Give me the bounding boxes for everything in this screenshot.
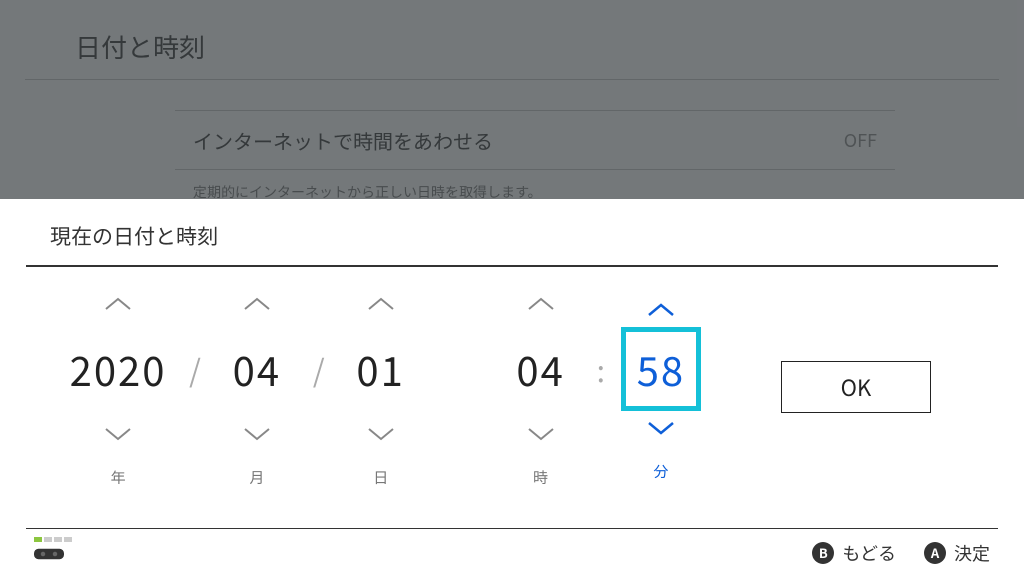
- date-separator: /: [307, 321, 331, 417]
- minute-column: 58 分: [611, 293, 711, 482]
- b-button-label: もどる: [842, 540, 896, 566]
- day-column: 01 日: [331, 287, 431, 488]
- minute-label: 分: [653, 461, 668, 482]
- year-column: 2020 年: [53, 287, 183, 488]
- year-value[interactable]: 2020: [63, 321, 173, 417]
- ok-button[interactable]: OK: [781, 361, 931, 413]
- minute-value[interactable]: 58: [621, 327, 701, 411]
- hour-column: 04 時: [491, 287, 591, 488]
- minute-down-button[interactable]: [646, 411, 676, 445]
- time-separator: :: [591, 321, 611, 417]
- datetime-picker: 2020 年 / 04 月 / 01 日 04: [0, 267, 1024, 507]
- year-label: 年: [111, 467, 126, 488]
- dialog-footer: B もどる A 決定: [26, 528, 998, 576]
- date-separator: /: [183, 321, 207, 417]
- a-button-label: 決定: [954, 540, 990, 566]
- hint-back: B もどる: [812, 540, 896, 566]
- gamepad-icon: [34, 544, 72, 569]
- hour-label: 時: [533, 467, 548, 488]
- dialog-title: 現在の日付と時刻: [26, 199, 998, 267]
- month-value[interactable]: 04: [217, 321, 297, 417]
- year-up-button[interactable]: [103, 287, 133, 321]
- year-down-button[interactable]: [103, 417, 133, 451]
- hour-up-button[interactable]: [526, 287, 556, 321]
- month-column: 04 月: [207, 287, 307, 488]
- controller-indicator: [34, 537, 72, 569]
- day-down-button[interactable]: [366, 417, 396, 451]
- hour-value[interactable]: 04: [501, 321, 581, 417]
- datetime-dialog: 現在の日付と時刻 2020 年 / 04 月 / 01 日: [0, 199, 1024, 576]
- minute-up-button[interactable]: [646, 293, 676, 327]
- month-label: 月: [249, 467, 264, 488]
- day-up-button[interactable]: [366, 287, 396, 321]
- b-button-icon: B: [812, 542, 834, 564]
- month-down-button[interactable]: [242, 417, 272, 451]
- hint-confirm: A 決定: [924, 540, 990, 566]
- day-label: 日: [373, 467, 388, 488]
- hour-down-button[interactable]: [526, 417, 556, 451]
- day-value[interactable]: 01: [341, 321, 421, 417]
- a-button-icon: A: [924, 542, 946, 564]
- button-hints: B もどる A 決定: [812, 540, 990, 566]
- month-up-button[interactable]: [242, 287, 272, 321]
